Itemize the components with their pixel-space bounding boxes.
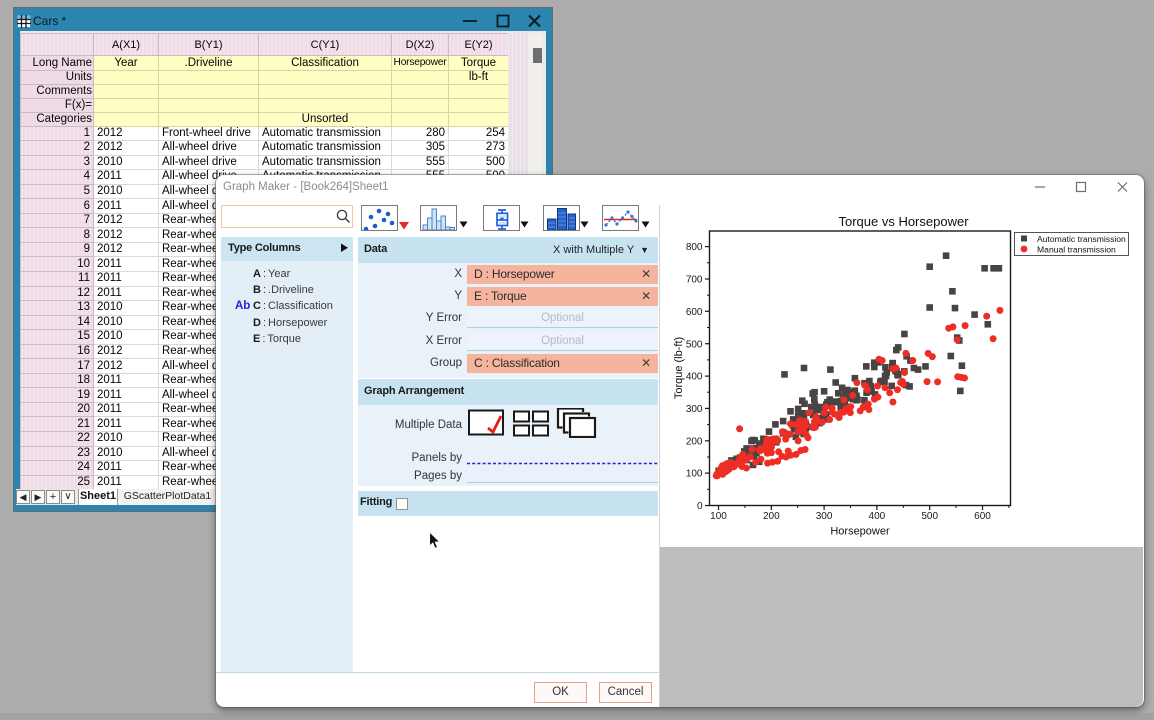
svg-text:100: 100 xyxy=(686,469,703,480)
svg-text:500: 500 xyxy=(921,511,938,522)
svg-text:300: 300 xyxy=(816,511,833,522)
svg-text:Manual transmission: Manual transmission xyxy=(1037,245,1116,255)
svg-text:Horsepower: Horsepower xyxy=(830,526,890,538)
svg-text:0: 0 xyxy=(697,501,703,512)
svg-text:400: 400 xyxy=(869,511,886,522)
svg-text:100: 100 xyxy=(710,511,727,522)
svg-text:Torque (lb-ft): Torque (lb-ft) xyxy=(673,337,685,399)
svg-text:Automatic transmission: Automatic transmission xyxy=(1037,234,1126,244)
svg-text:600: 600 xyxy=(686,307,703,318)
svg-text:800: 800 xyxy=(686,242,703,253)
svg-text:300: 300 xyxy=(686,404,703,415)
svg-text:200: 200 xyxy=(686,436,703,447)
svg-text:Torque vs Horsepower: Torque vs Horsepower xyxy=(838,214,969,229)
svg-text:600: 600 xyxy=(974,511,991,522)
svg-text:200: 200 xyxy=(763,511,780,522)
svg-text:500: 500 xyxy=(686,339,703,350)
svg-text:400: 400 xyxy=(686,372,703,383)
svg-text:700: 700 xyxy=(686,275,703,286)
